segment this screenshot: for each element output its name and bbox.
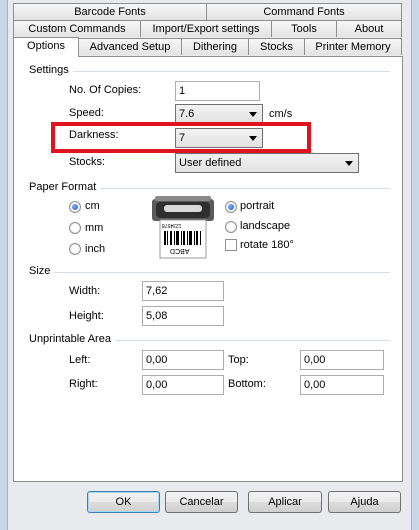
cancel-button[interactable]: Cancelar xyxy=(165,491,238,513)
stocks-value: User defined xyxy=(179,157,242,169)
tab-barcode-fonts[interactable]: Barcode Fonts xyxy=(13,3,207,20)
speed-dropdown[interactable]: 7.6 xyxy=(175,104,263,124)
tab-printer-memory[interactable]: Printer Memory xyxy=(304,38,402,55)
unit-mm-radio[interactable] xyxy=(69,222,81,234)
darkness-highlight-box xyxy=(51,122,311,153)
size-group-line xyxy=(50,272,390,273)
chevron-down-icon xyxy=(249,112,257,117)
copies-field[interactable]: 1 xyxy=(175,81,260,101)
help-button[interactable]: Ajuda xyxy=(328,491,401,513)
settings-group-line xyxy=(70,71,390,72)
tab-options[interactable]: Options xyxy=(13,37,79,57)
orientation-portrait-label: portrait xyxy=(240,200,275,212)
paper-format-group-line xyxy=(98,188,390,189)
top-field[interactable]: 0,00 xyxy=(300,350,384,370)
right-field[interactable]: 0,00 xyxy=(142,375,224,395)
height-field[interactable]: 5,08 xyxy=(142,306,224,326)
tab-custom-commands[interactable]: Custom Commands xyxy=(13,20,141,37)
orientation-portrait-radio[interactable] xyxy=(225,201,237,213)
ok-button[interactable]: OK xyxy=(87,491,160,513)
unprintable-group-title: Unprintable Area xyxy=(29,333,115,345)
orientation-landscape-radio[interactable] xyxy=(225,221,237,233)
window-frame-left xyxy=(0,0,8,530)
tab-dithering[interactable]: Dithering xyxy=(181,38,249,55)
stocks-label: Stocks: xyxy=(69,156,106,168)
label-code-text: 1234578 xyxy=(162,222,182,228)
label-sample-text: ABCD xyxy=(170,247,190,254)
settings-group-title: Settings xyxy=(29,64,73,76)
unprintable-group-line xyxy=(112,340,390,341)
copies-label: No. Of Copies: xyxy=(69,84,142,96)
orientation-landscape-label: landscape xyxy=(240,220,291,232)
tab-advanced-setup[interactable]: Advanced Setup xyxy=(78,38,182,55)
width-field[interactable]: 7,62 xyxy=(142,281,224,301)
tab-about[interactable]: About xyxy=(336,20,402,37)
unit-cm-label: cm xyxy=(85,200,100,212)
tab-stocks[interactable]: Stocks xyxy=(248,38,305,55)
unit-mm-label: mm xyxy=(85,222,104,234)
left-label: Left: xyxy=(69,354,91,366)
size-group-title: Size xyxy=(29,265,55,277)
left-field[interactable]: 0,00 xyxy=(142,350,224,370)
speed-unit: cm/s xyxy=(269,108,293,120)
rotate-180-checkbox[interactable] xyxy=(225,239,237,251)
tab-command-fonts[interactable]: Command Fonts xyxy=(206,3,402,20)
unit-inch-radio[interactable] xyxy=(69,243,81,255)
right-label: Right: xyxy=(69,378,98,390)
rotate-180-label: rotate 180° xyxy=(240,239,294,251)
top-label: Top: xyxy=(228,354,249,366)
paper-format-group-title: Paper Format xyxy=(29,181,101,193)
width-label: Width: xyxy=(69,285,101,297)
height-label: Height: xyxy=(69,310,104,322)
bottom-field[interactable]: 0,00 xyxy=(300,375,384,395)
tab-import-export-settings[interactable]: Import/Export settings xyxy=(140,20,272,37)
bottom-label: Bottom: xyxy=(228,378,266,390)
chevron-down-icon xyxy=(345,161,353,166)
stocks-dropdown[interactable]: User defined xyxy=(175,153,359,173)
window-frame-right xyxy=(411,0,419,530)
speed-label: Speed: xyxy=(69,107,104,119)
unit-cm-radio[interactable] xyxy=(69,201,81,213)
apply-button[interactable]: Aplicar xyxy=(248,491,322,513)
tab-tools[interactable]: Tools xyxy=(271,20,337,37)
unit-inch-label: inch xyxy=(85,243,106,255)
speed-value: 7.6 xyxy=(179,108,195,120)
